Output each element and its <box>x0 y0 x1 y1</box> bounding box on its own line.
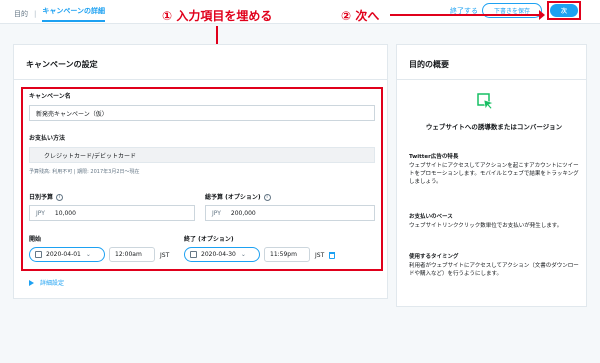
top-bar: 目的 | キャンペーンの詳細 終了する 下書きを保存 次 <box>0 0 600 24</box>
campaign-settings-card: キャンペーンの設定 キャンペーン名 新発売キャンペーン（仮） お支払い方法 クレ… <box>13 44 388 299</box>
annotation-arrow-right <box>390 10 545 20</box>
features-body: ウェブサイトにアクセスしてアクションを起こすアカウントにツイートをプロモーション… <box>409 163 579 185</box>
end-timezone: JST <box>315 252 325 259</box>
total-budget-value: 200,000 <box>230 209 256 217</box>
calendar-icon <box>35 251 42 258</box>
start-date-picker[interactable]: 2020-04-01 ⌄ <box>29 247 105 262</box>
chevron-down-icon: ⌄ <box>85 251 91 258</box>
end-date-value: 2020-04-30 <box>201 251 236 258</box>
breadcrumb-separator: | <box>34 10 37 18</box>
payment-method-label: お支払い方法 <box>29 135 66 142</box>
daily-budget-value: 10,000 <box>54 209 76 217</box>
currency-label: JPY <box>212 209 221 217</box>
advanced-settings-toggle[interactable]: 詳細設定 <box>29 278 64 287</box>
advanced-settings-label: 詳細設定 <box>40 280 65 287</box>
start-date-value: 2020-04-01 <box>46 251 81 258</box>
breadcrumb-campaign-details[interactable]: キャンペーンの詳細 <box>42 6 106 22</box>
objective-name: ウェブサイトへの誘導数またはコンバージョン <box>425 123 563 131</box>
caret-right-icon <box>29 279 34 286</box>
total-budget-label-text: 総予算 (オプション) <box>205 194 261 201</box>
calendar-icon <box>190 251 197 258</box>
breadcrumb: 目的 | キャンペーンの詳細 <box>14 6 106 22</box>
total-budget-input[interactable]: JPY 200,000 <box>205 205 375 221</box>
payment-note: 予算残高: 利用不可 | 期限: 2017年3月2日〜現在 <box>29 169 140 175</box>
campaign-name-input[interactable]: 新発売キャンペーン（仮） <box>29 105 375 121</box>
timing-section: 使用するタイミング 利用者がウェブサイトにアクセスしてアクション（文書のダウンロ… <box>409 253 579 278</box>
end-time-input[interactable]: 11:59pm <box>264 247 310 262</box>
end-date-picker[interactable]: 2020-04-30 ⌄ <box>184 247 260 262</box>
start-timezone: JST <box>160 252 170 259</box>
overview-title: 目的の概要 <box>409 60 449 69</box>
start-label: 開始 <box>29 236 42 243</box>
features-section: Twitter広告の特長 ウェブサイトにアクセスしてアクションを起こすアカウント… <box>409 153 579 186</box>
next-button[interactable]: 次 <box>550 4 578 17</box>
info-icon[interactable]: i <box>56 194 64 201</box>
chevron-down-icon: ⌄ <box>240 251 246 258</box>
currency-label: JPY <box>36 209 45 217</box>
timing-heading: 使用するタイミング <box>409 254 459 260</box>
billing-heading: お支払いのベース <box>409 214 453 220</box>
annotation-next-step: ② 次へ <box>341 9 380 23</box>
timing-body: 利用者がウェブサイトにアクセスしてアクション（文書のダウンロードや購入など）を行… <box>409 263 579 277</box>
campaign-name-label: キャンペーン名 <box>29 93 71 100</box>
billing-section: お支払いのベース ウェブサイトリンククリック数単位でお支払いが発生します。 <box>409 213 579 230</box>
total-budget-label: 総予算 (オプション) i <box>205 192 271 201</box>
info-icon[interactable]: i <box>263 194 271 201</box>
breadcrumb-objective[interactable]: 目的 <box>14 9 28 19</box>
divider <box>397 79 586 80</box>
daily-budget-label: 日別予算 i <box>29 192 64 201</box>
objective-overview-card: 目的の概要 ウェブサイトへの誘導数またはコンバージョン Twitter広告の特長… <box>396 44 587 307</box>
billing-body: ウェブサイトリンククリック数単位でお支払いが発生します。 <box>409 223 563 229</box>
start-time-input[interactable]: 12:00am <box>109 247 155 262</box>
divider <box>14 79 387 80</box>
trash-icon[interactable] <box>329 252 335 259</box>
features-heading: Twitter広告の特長 <box>409 154 459 160</box>
next-button-highlight: 次 <box>547 1 581 20</box>
daily-budget-input[interactable]: JPY 10,000 <box>29 205 195 221</box>
annotation-fill-fields: ① 入力項目を埋める <box>162 9 273 23</box>
daily-budget-label-text: 日別予算 <box>29 194 54 201</box>
cursor-click-icon <box>477 93 494 110</box>
payment-method-select[interactable]: クレジットカード/デビットカード <box>29 147 375 163</box>
end-label: 終了 (オプション) <box>184 236 234 243</box>
settings-title: キャンペーンの設定 <box>26 60 98 69</box>
